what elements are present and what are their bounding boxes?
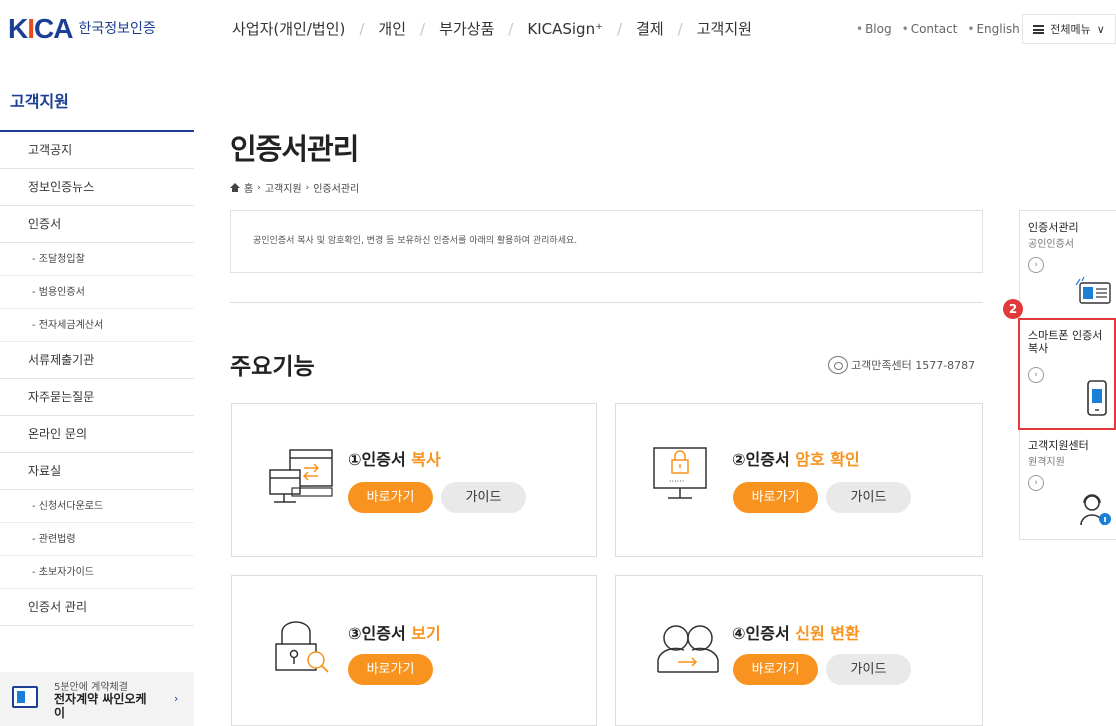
sidebar-subitem-procurement[interactable]: - 조달청입찰 [0,243,194,276]
breadcrumb-current: 인증서관리 [313,184,360,195]
sidebar-subitem-beginner[interactable]: - 초보자가이드 [0,556,194,589]
home-icon [230,183,240,192]
gnb-separator: / [508,19,514,38]
breadcrumb-separator: › [305,182,310,193]
gnb-addon[interactable]: 부가상품 [439,18,494,39]
go-button-password[interactable]: 바로가기 [733,482,818,513]
contract-icon [12,686,38,708]
contact-link[interactable]: Contact [902,22,958,36]
gnb-personal[interactable]: 개인 [378,18,406,39]
sidebar-title: 고객지원 [0,86,194,132]
signok-banner[interactable]: 5분안에 계약체결 전자계약 싸인오케이 › [0,672,194,726]
gnb-support[interactable]: 고객지원 [697,18,752,39]
breadcrumb-home[interactable]: 홈 [244,180,253,195]
logo-mark: KICA [8,13,73,44]
sidebar-item-documents[interactable]: 서류제출기관 [0,342,194,379]
lock-monitor-icon: ······ [653,447,707,499]
pc-copy-icon [269,449,333,503]
guide-button-identity[interactable]: 가이드 [826,654,911,685]
sidebar-item-notice[interactable]: 고객공지 [0,132,194,169]
divider [230,302,983,303]
gnb-business[interactable]: 사업자(개인/법인) [232,18,345,39]
card-cert-view: ③인증서 보기 바로가기 [231,575,597,726]
sidebar-item-library[interactable]: 자료실 [0,453,194,490]
go-button-identity[interactable]: 바로가기 [733,654,818,685]
global-nav: 사업자(개인/법인) / 개인 / 부가상품 / KICASign⁺ / 결제 … [232,18,752,39]
breadcrumb-support[interactable]: 고객지원 [265,180,302,195]
users-transfer-icon [657,625,719,673]
sidebar-item-faq[interactable]: 자주묻는질문 [0,379,194,416]
go-button-view[interactable]: 바로가기 [348,654,433,685]
hamburger-icon [1033,24,1045,34]
chevron-down-icon: ∨ [1096,22,1105,36]
all-menu-button[interactable]: 전체메뉴 ∨ [1022,14,1116,44]
cs-phone: 고객만족센터 1577-8787 [828,356,975,374]
section-title: 주요기능 [230,354,315,380]
gnb-payment[interactable]: 결제 [636,18,664,39]
breadcrumb-separator: › [257,182,261,193]
card-title: ④인증서 신원 변환 [732,624,860,643]
svg-text:······: ······ [669,477,684,486]
headset-icon [828,356,848,374]
header: KICA 한국정보인증 사업자(개인/법인) / 개인 / 부가상품 / KIC… [0,0,1116,62]
id-card-icon [1075,276,1111,304]
gnb-kicasign[interactable]: KICASign⁺ [527,20,603,38]
circle-arrow-icon: › [1028,257,1044,273]
go-button-copy[interactable]: 바로가기 [348,482,433,513]
gnb-separator: / [359,19,365,38]
gnb-separator: / [420,19,426,38]
blog-link[interactable]: Blog [856,22,892,36]
intro-box: 공인인증서 복사 및 암호확인, 변경 등 보유하신 인증서를 아래의 활용하여… [230,210,983,273]
card-cert-password: ······ ②인증서 암호 확인 바로가기 가이드 [615,403,983,557]
quick-item-title: 고객지원센터 [1028,439,1089,452]
quick-item-sub: 원격지원 [1028,457,1065,468]
banner-small-text: 5분안에 계약체결 [54,682,128,693]
headset-person-icon [1080,494,1111,526]
sidebar-item-inquiry[interactable]: 온라인 문의 [0,416,194,453]
quick-item-support-center[interactable]: 고객지원센터 원격지원 › [1020,433,1116,541]
utility-links: Blog Contact English [856,22,1020,36]
chevron-right-icon: › [174,692,179,705]
sidebar: 고객지원 고객공지 정보인증뉴스 인증서 - 조달청입찰 - 범용인증서 - 전… [0,86,194,726]
sidebar-subitem-laws[interactable]: - 관련법령 [0,523,194,556]
logo-sub: 한국정보인증 [78,21,156,37]
page-title: 인증서관리 [230,132,359,166]
sidebar-subitem-forms[interactable]: - 신청서다운로드 [0,490,194,523]
all-menu-label: 전체메뉴 [1050,23,1091,36]
card-cert-copy: ①인증서 복사 바로가기 가이드 [231,403,597,557]
card-title: ③인증서 보기 [348,624,441,643]
gnb-separator: / [677,19,683,38]
lock-search-icon [275,621,329,673]
card-title: ①인증서 복사 [348,450,441,469]
cs-phone-text: 고객만족센터 1577-8787 [851,359,976,372]
quick-item-sub: 공인인증서 [1028,239,1074,250]
guide-button-copy[interactable]: 가이드 [441,482,526,513]
gnb-separator: / [617,19,623,38]
guide-button-password[interactable]: 가이드 [826,482,911,513]
kica-logo[interactable]: KICA 한국정보인증 [8,14,156,44]
highlight-box [1018,318,1116,430]
step-badge: 2 [1003,299,1023,319]
banner-big-text: 전자계약 싸인오케이 [54,692,147,720]
sidebar-item-news[interactable]: 정보인증뉴스 [0,169,194,206]
breadcrumb: 홈 › 고객지원 › 인증서관리 [230,180,359,195]
quick-item-cert-manage[interactable]: 인증서관리 공인인증서 › [1020,211,1116,319]
circle-arrow-icon: › [1028,475,1044,491]
quick-item-title: 인증서관리 [1028,221,1079,234]
card-title: ②인증서 암호 확인 [732,450,860,469]
sidebar-item-certificate[interactable]: 인증서 [0,206,194,243]
card-cert-identity: ④인증서 신원 변환 바로가기 가이드 [615,575,983,726]
sidebar-subitem-etax[interactable]: - 전자세금계산서 [0,309,194,342]
sidebar-subitem-universal[interactable]: - 범용인증서 [0,276,194,309]
sidebar-item-cert-manage[interactable]: 인증서 관리 [0,589,194,626]
english-link[interactable]: English [967,22,1019,36]
